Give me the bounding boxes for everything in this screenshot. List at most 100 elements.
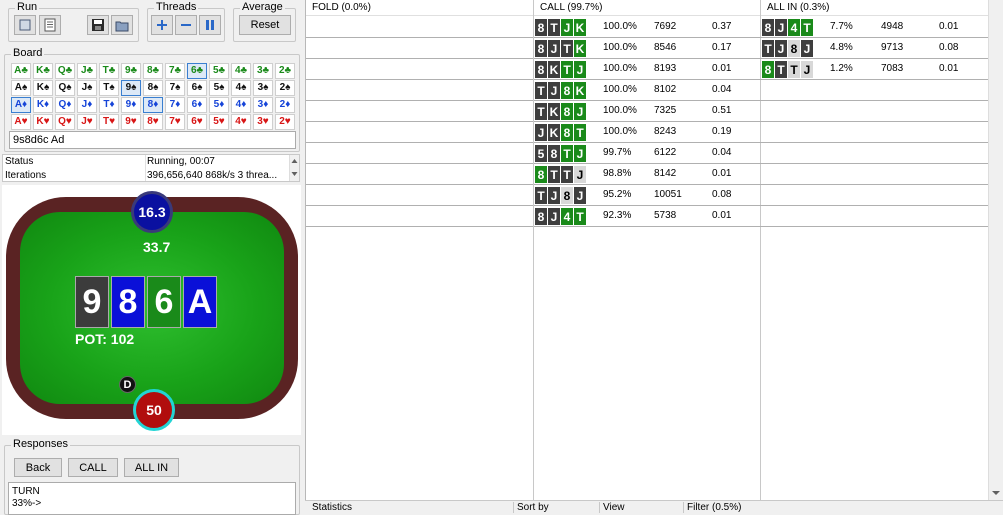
- card-toggle[interactable]: Q♠: [55, 80, 75, 96]
- card-toggle[interactable]: T♠: [99, 80, 119, 96]
- hand-row[interactable]: 8 J T K 100.0% 8546 0.17: [534, 38, 761, 59]
- hand-row[interactable]: [306, 122, 533, 143]
- card-toggle[interactable]: A♦: [11, 97, 31, 113]
- hand-row[interactable]: [306, 38, 533, 59]
- card-toggle[interactable]: J♦: [77, 97, 97, 113]
- card-toggle[interactable]: 8♦: [143, 97, 163, 113]
- card-toggle[interactable]: 3♦: [253, 97, 273, 113]
- card-toggle[interactable]: 5♣: [209, 63, 229, 79]
- card-toggle[interactable]: 5♦: [209, 97, 229, 113]
- hand-row[interactable]: [306, 59, 533, 80]
- call-response-button[interactable]: CALL: [68, 458, 118, 477]
- card-toggle[interactable]: 7♣: [165, 63, 185, 79]
- save-button[interactable]: [87, 15, 109, 35]
- card-toggle[interactable]: 6♦: [187, 97, 207, 113]
- top-player-stack[interactable]: 16.3: [131, 191, 173, 233]
- card-toggle[interactable]: 2♠: [275, 80, 295, 96]
- card-toggle[interactable]: K♣: [33, 63, 53, 79]
- card-toggle[interactable]: J♥: [77, 114, 97, 130]
- card-toggle[interactable]: Q♦: [55, 97, 75, 113]
- allin-response-button[interactable]: ALL IN: [124, 458, 179, 477]
- card-toggle[interactable]: 9♠: [121, 80, 141, 96]
- hand-row[interactable]: J K 8 T 100.0% 8243 0.19: [534, 122, 761, 143]
- card-toggle[interactable]: 8♥: [143, 114, 163, 130]
- card-toggle[interactable]: 9♥: [121, 114, 141, 130]
- hand-row[interactable]: 8 T J K 100.0% 7692 0.37: [534, 17, 761, 38]
- card-toggle[interactable]: J♣: [77, 63, 97, 79]
- card-toggle[interactable]: Q♥: [55, 114, 75, 130]
- card-toggle[interactable]: 2♦: [275, 97, 295, 113]
- card-toggle[interactable]: 7♠: [165, 80, 185, 96]
- hand-row[interactable]: [761, 80, 988, 101]
- card-toggle[interactable]: 2♣: [275, 63, 295, 79]
- card-toggle[interactable]: 9♣: [121, 63, 141, 79]
- card-toggle[interactable]: 3♥: [253, 114, 273, 130]
- card-toggle[interactable]: 6♠: [187, 80, 207, 96]
- open-button[interactable]: [111, 15, 133, 35]
- hand-row[interactable]: [306, 206, 533, 227]
- hand-row[interactable]: [761, 143, 988, 164]
- hand-row[interactable]: [761, 101, 988, 122]
- hand-row[interactable]: T J 8 J 4.8% 9713 0.08: [761, 38, 988, 59]
- hand-row[interactable]: 8 K T J 100.0% 8193 0.01: [534, 59, 761, 80]
- hand-row[interactable]: [306, 17, 533, 38]
- card-toggle[interactable]: K♠: [33, 80, 53, 96]
- add-thread-button[interactable]: [151, 15, 173, 35]
- hand-row[interactable]: 8 T T J 98.8% 8142 0.01: [534, 164, 761, 185]
- call-header[interactable]: CALL (99.7%): [534, 0, 760, 16]
- card-toggle[interactable]: A♣: [11, 63, 31, 79]
- card-toggle[interactable]: 6♣: [187, 63, 207, 79]
- back-button[interactable]: Back: [14, 458, 62, 477]
- hand-row[interactable]: 8 J 4 T 7.7% 4948 0.01: [761, 17, 988, 38]
- card-toggle[interactable]: 5♥: [209, 114, 229, 130]
- tab-filter[interactable]: Filter (0.5%): [683, 502, 744, 513]
- card-toggle[interactable]: A♥: [11, 114, 31, 130]
- card-toggle[interactable]: 7♦: [165, 97, 185, 113]
- hand-row[interactable]: T J 8 K 100.0% 8102 0.04: [534, 80, 761, 101]
- tab-sort-by[interactable]: Sort by: [513, 502, 552, 513]
- bottom-player-stack[interactable]: 50: [133, 389, 175, 431]
- log-button[interactable]: [39, 15, 61, 35]
- card-toggle[interactable]: 8♠: [143, 80, 163, 96]
- responses-text[interactable]: TURN 33%->: [8, 482, 296, 515]
- hand-row[interactable]: [306, 164, 533, 185]
- hand-row[interactable]: T K 8 J 100.0% 7325 0.51: [534, 101, 761, 122]
- hand-row[interactable]: [306, 143, 533, 164]
- card-toggle[interactable]: Q♣: [55, 63, 75, 79]
- remove-thread-button[interactable]: [175, 15, 197, 35]
- card-toggle[interactable]: 3♣: [253, 63, 273, 79]
- hand-row[interactable]: T J 8 J 95.2% 10051 0.08: [534, 185, 761, 206]
- hand-row[interactable]: [306, 101, 533, 122]
- pause-button[interactable]: [199, 15, 221, 35]
- card-toggle[interactable]: T♣: [99, 63, 119, 79]
- status-scrollbar[interactable]: [289, 155, 299, 181]
- tab-view[interactable]: View: [599, 502, 628, 513]
- hand-row[interactable]: 8 T T J 1.2% 7083 0.01: [761, 59, 988, 80]
- hand-row[interactable]: 5 8 T J 99.7% 6122 0.04: [534, 143, 761, 164]
- hand-row[interactable]: [761, 185, 988, 206]
- allin-header[interactable]: ALL IN (0.3%): [761, 0, 989, 16]
- card-toggle[interactable]: A♠: [11, 80, 31, 96]
- reset-button[interactable]: Reset: [239, 15, 291, 35]
- hand-row[interactable]: 8 J 4 T 92.3% 5738 0.01: [534, 206, 761, 227]
- tab-statistics[interactable]: Statistics: [309, 502, 355, 513]
- strategy-scrollbar[interactable]: [988, 0, 1003, 500]
- card-toggle[interactable]: T♦: [99, 97, 119, 113]
- card-toggle[interactable]: 4♥: [231, 114, 251, 130]
- card-toggle[interactable]: 9♦: [121, 97, 141, 113]
- card-toggle[interactable]: 6♥: [187, 114, 207, 130]
- hand-row[interactable]: [306, 80, 533, 101]
- hand-row[interactable]: [306, 185, 533, 206]
- board-input[interactable]: [9, 131, 296, 149]
- card-toggle[interactable]: 4♦: [231, 97, 251, 113]
- card-toggle[interactable]: K♦: [33, 97, 53, 113]
- card-toggle[interactable]: 8♣: [143, 63, 163, 79]
- fold-header[interactable]: FOLD (0.0%): [306, 0, 533, 16]
- card-toggle[interactable]: J♠: [77, 80, 97, 96]
- card-toggle[interactable]: T♥: [99, 114, 119, 130]
- hand-row[interactable]: [761, 122, 988, 143]
- card-toggle[interactable]: 5♠: [209, 80, 229, 96]
- hand-row[interactable]: [761, 206, 988, 227]
- card-toggle[interactable]: 4♠: [231, 80, 251, 96]
- card-toggle[interactable]: 2♥: [275, 114, 295, 130]
